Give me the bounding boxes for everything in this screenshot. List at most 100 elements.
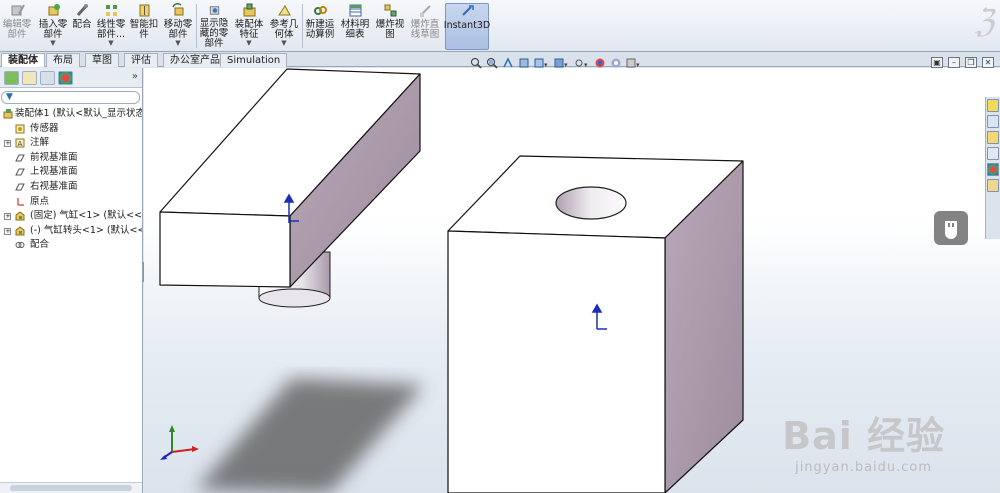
- filter-icon: ▼: [6, 92, 13, 102]
- scrollbar-thumb[interactable]: [10, 485, 132, 491]
- display-style-icon[interactable]: ▾: [554, 57, 570, 69]
- feature-manager-panel: » ▼ 装配体1 (默认<默认_显示状态- 传感器 + A 注解 前视基准面 上…: [0, 68, 143, 493]
- instant3d-button[interactable]: Instant3D: [444, 3, 490, 50]
- custom-properties-icon[interactable]: [987, 179, 999, 192]
- view-palette-icon[interactable]: [987, 147, 999, 160]
- part-icon: [15, 211, 25, 221]
- exploded-view-button[interactable]: 爆炸视图: [373, 3, 407, 49]
- tab-evaluate[interactable]: 评估: [124, 53, 158, 67]
- tile-window-icon[interactable]: ▣: [931, 57, 943, 68]
- design-library-icon[interactable]: [987, 115, 999, 128]
- feature-tree: 装配体1 (默认<默认_显示状态- 传感器 + A 注解 前视基准面 上视基准面…: [0, 107, 142, 253]
- expand-icon[interactable]: +: [4, 140, 11, 148]
- annotation-icon: A: [15, 138, 25, 148]
- show-hidden-components-button[interactable]: 显示隐藏的零部件: [198, 3, 230, 49]
- horizontal-scrollbar[interactable]: [0, 482, 142, 493]
- dropdown-arrow-icon[interactable]: ▼: [175, 40, 180, 47]
- smart-fasteners-button[interactable]: 智能扣件: [128, 3, 160, 49]
- tree-item-part[interactable]: + (固定) 气缸<1> (默认<<默认: [0, 209, 142, 224]
- task-pane-tabs: [985, 97, 1000, 239]
- mate-button[interactable]: 配合: [72, 3, 92, 49]
- tab-layout[interactable]: 布局: [46, 53, 80, 67]
- assembly-icon: [3, 109, 13, 119]
- edit-component-button[interactable]: 编辑零部件: [2, 3, 32, 49]
- display-manager-tab[interactable]: [58, 71, 73, 85]
- heads-up-view-toolbar: ▾ ▾ ▾ ▾: [470, 56, 642, 70]
- new-motion-study-icon: [313, 6, 327, 15]
- file-explorer-icon[interactable]: [987, 131, 999, 144]
- view-orientation-icon[interactable]: ▾: [534, 57, 550, 69]
- tree-filter-input[interactable]: ▼: [1, 91, 140, 104]
- appearances-icon[interactable]: [987, 163, 999, 176]
- svg-text:▾: ▾: [584, 61, 588, 69]
- mate-icon: [76, 4, 88, 16]
- minimize-window-icon[interactable]: –: [948, 57, 960, 68]
- new-motion-study-button[interactable]: 新建运动算例: [304, 3, 336, 49]
- bill-of-materials-button[interactable]: 材料明细表: [340, 3, 370, 49]
- hide-show-items-icon[interactable]: ▾: [574, 57, 590, 69]
- explode-line-sketch-button[interactable]: 爆炸直线草图: [409, 3, 441, 49]
- tree-item-front-plane[interactable]: 前视基准面: [0, 151, 142, 166]
- edit-component-icon: [11, 4, 25, 16]
- graphics-area[interactable]: Bai 经验 jingyan.baidu.com: [144, 68, 1000, 493]
- dropdown-arrow-icon[interactable]: ▼: [281, 40, 286, 47]
- linear-pattern-button[interactable]: 线性零部件... ▼: [96, 3, 126, 49]
- home-icon[interactable]: [987, 99, 999, 112]
- floating-panel-button[interactable]: [934, 211, 968, 245]
- ds-logo: ℨ: [974, 2, 994, 40]
- tree-item-part[interactable]: + (-) 气缸转头<1> (默认<<默: [0, 224, 142, 239]
- tree-item-assembly[interactable]: 装配体1 (默认<默认_显示状态-: [0, 107, 142, 122]
- dropdown-arrow-icon[interactable]: ▼: [246, 40, 251, 47]
- dropdown-arrow-icon[interactable]: ▼: [108, 40, 113, 47]
- tree-item-sensors[interactable]: 传感器: [0, 122, 142, 137]
- tab-office-products[interactable]: 办公室产品: [163, 53, 227, 67]
- restore-window-icon[interactable]: ❐: [965, 57, 977, 68]
- dropdown-arrow-icon[interactable]: ▼: [50, 40, 55, 47]
- tab-assembly[interactable]: 装配体: [1, 53, 45, 67]
- command-manager-toolbar: 编辑零部件 插入零部件 ▼ 配合 线性零部件... ▼ 智能扣件 移动零部件 ▼…: [0, 0, 1000, 52]
- hole-feature: [555, 186, 627, 220]
- tab-sketch[interactable]: 草图: [85, 53, 119, 67]
- tree-item-annotations[interactable]: + A 注解: [0, 136, 142, 151]
- linear-pattern-icon: [105, 5, 117, 16]
- plane-icon: [15, 183, 25, 191]
- property-manager-tab[interactable]: [22, 71, 37, 85]
- origin-icon: [17, 197, 24, 206]
- tree-item-right-plane[interactable]: 右视基准面: [0, 180, 142, 195]
- move-component-button[interactable]: 移动零部件 ▼: [162, 3, 194, 49]
- tree-item-mates[interactable]: 配合: [0, 238, 142, 253]
- show-hidden-components-icon: [209, 6, 219, 15]
- edit-appearance-icon[interactable]: [594, 57, 606, 69]
- section-view-icon[interactable]: [518, 57, 530, 69]
- exploded-view-icon: [384, 4, 396, 17]
- feature-manager-tab[interactable]: [4, 71, 19, 85]
- view-triad-icon: [160, 425, 199, 460]
- tab-simulation[interactable]: Simulation: [220, 53, 288, 67]
- baidu-watermark: Bai 经验 jingyan.baidu.com: [782, 414, 945, 475]
- toolbar-separator: [196, 4, 197, 48]
- zoom-to-fit-icon[interactable]: [470, 57, 482, 69]
- zoom-to-area-icon[interactable]: [486, 57, 498, 69]
- previous-view-icon[interactable]: [502, 57, 514, 69]
- svg-text:▾: ▾: [564, 61, 568, 69]
- tree-item-origin[interactable]: 原点: [0, 195, 142, 210]
- insert-component-button[interactable]: 插入零部件 ▼: [36, 3, 70, 49]
- move-component-icon: [171, 3, 183, 16]
- plane-icon: [15, 168, 25, 176]
- expand-icon[interactable]: +: [4, 213, 11, 221]
- instant3d-icon: [461, 5, 474, 16]
- reference-geometry-button[interactable]: 参考几何体 ▼: [268, 3, 300, 49]
- expand-icon[interactable]: +: [4, 227, 11, 235]
- assembly-features-icon: [243, 3, 255, 17]
- assembly-features-button[interactable]: 装配体特征 ▼: [232, 3, 266, 49]
- svg-text:▾: ▾: [636, 61, 640, 69]
- configuration-manager-tab[interactable]: [40, 71, 55, 85]
- view-settings-icon[interactable]: ▾: [626, 57, 642, 69]
- panel-expand-button[interactable]: »: [132, 71, 138, 82]
- shield-icon: [945, 221, 957, 239]
- tree-item-top-plane[interactable]: 上视基准面: [0, 165, 142, 180]
- bill-of-materials-icon: [349, 4, 361, 17]
- plane-icon: [15, 154, 25, 162]
- close-window-icon[interactable]: ✕: [982, 57, 994, 68]
- apply-scene-icon[interactable]: [610, 57, 622, 69]
